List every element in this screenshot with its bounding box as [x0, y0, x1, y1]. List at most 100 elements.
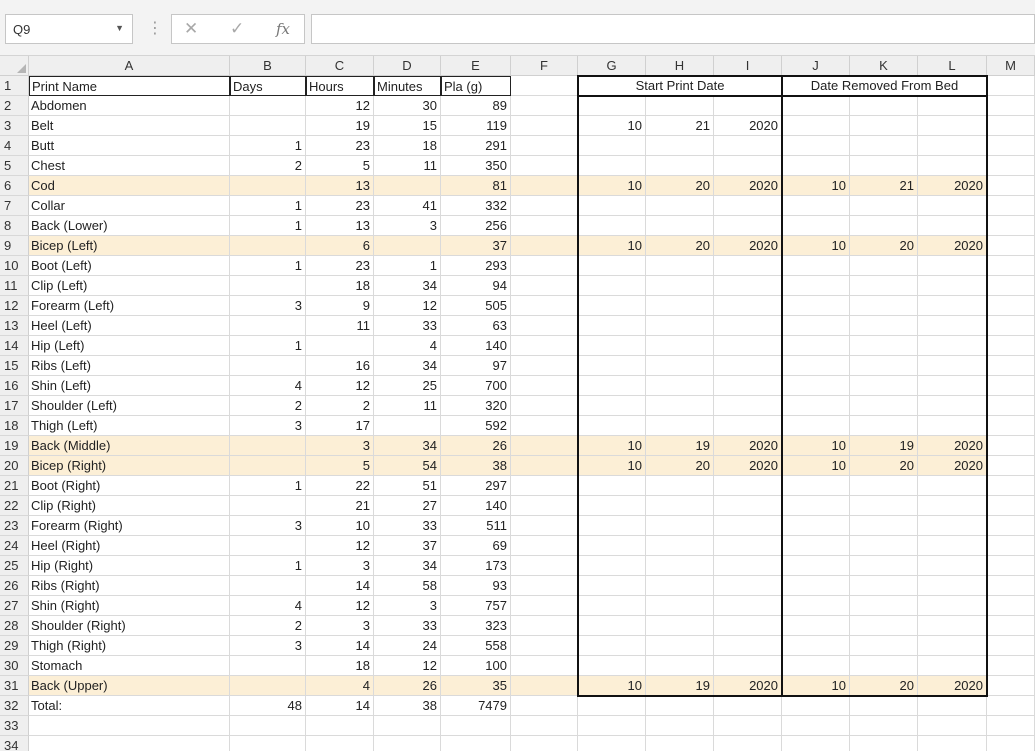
cell-l25[interactable]	[918, 556, 987, 576]
cell-f16[interactable]	[511, 376, 578, 396]
cell-c23[interactable]: 10	[306, 516, 374, 536]
cell-h34[interactable]	[646, 736, 714, 751]
cell-c24[interactable]: 12	[306, 536, 374, 556]
cell-f14[interactable]	[511, 336, 578, 356]
cell-d28[interactable]: 33	[374, 616, 441, 636]
cell-e2[interactable]: 89	[441, 96, 511, 116]
cell-b32[interactable]: 48	[230, 696, 306, 716]
cancel-x-icon[interactable]: ✕	[184, 19, 198, 39]
cell-m8[interactable]	[987, 216, 1035, 236]
cell-j27[interactable]	[782, 596, 850, 616]
cell-b4[interactable]: 1	[230, 136, 306, 156]
cell-c19[interactable]: 3	[306, 436, 374, 456]
cell-l14[interactable]	[918, 336, 987, 356]
row-header-1[interactable]: 1	[0, 76, 29, 96]
cell-k24[interactable]	[850, 536, 918, 556]
cell-a22[interactable]: Clip (Right)	[29, 496, 230, 516]
cell-m33[interactable]	[987, 716, 1035, 736]
row-header-10[interactable]: 10	[0, 256, 29, 276]
cell-i17[interactable]	[714, 396, 782, 416]
cell-m5[interactable]	[987, 156, 1035, 176]
cell-d9[interactable]	[374, 236, 441, 256]
cell-j22[interactable]	[782, 496, 850, 516]
column-header-d[interactable]: D	[374, 56, 441, 76]
cell-c30[interactable]: 18	[306, 656, 374, 676]
cell-j21[interactable]	[782, 476, 850, 496]
cell-h24[interactable]	[646, 536, 714, 556]
row-header-5[interactable]: 5	[0, 156, 29, 176]
cell-a9[interactable]: Bicep (Left)	[29, 236, 230, 256]
cell-d16[interactable]: 25	[374, 376, 441, 396]
cell-h7[interactable]	[646, 196, 714, 216]
cell-h31[interactable]: 19	[646, 676, 714, 696]
cell-c9[interactable]: 6	[306, 236, 374, 256]
cell-i24[interactable]	[714, 536, 782, 556]
cell-a20[interactable]: Bicep (Right)	[29, 456, 230, 476]
cell-h26[interactable]	[646, 576, 714, 596]
cell-g7[interactable]	[578, 196, 646, 216]
cell-a25[interactable]: Hip (Right)	[29, 556, 230, 576]
cell-b20[interactable]	[230, 456, 306, 476]
cell-e10[interactable]: 293	[441, 256, 511, 276]
check-icon[interactable]: ✓	[230, 19, 244, 39]
drag-handle-icon[interactable]: ⋮	[147, 15, 163, 43]
cell-c5[interactable]: 5	[306, 156, 374, 176]
cell-m13[interactable]	[987, 316, 1035, 336]
cell-f30[interactable]	[511, 656, 578, 676]
cell-b23[interactable]: 3	[230, 516, 306, 536]
cell-g18[interactable]	[578, 416, 646, 436]
cell-e33[interactable]	[441, 716, 511, 736]
cell-b34[interactable]	[230, 736, 306, 751]
cell-a21[interactable]: Boot (Right)	[29, 476, 230, 496]
cell-h14[interactable]	[646, 336, 714, 356]
cell-c3[interactable]: 19	[306, 116, 374, 136]
cell-b7[interactable]: 1	[230, 196, 306, 216]
cell-g6[interactable]: 10	[578, 176, 646, 196]
column-header-g[interactable]: G	[578, 56, 646, 76]
cell-k33[interactable]	[850, 716, 918, 736]
cell-c10[interactable]: 23	[306, 256, 374, 276]
cell-j26[interactable]	[782, 576, 850, 596]
cell-f31[interactable]	[511, 676, 578, 696]
cell-c21[interactable]: 22	[306, 476, 374, 496]
cell-b31[interactable]	[230, 676, 306, 696]
cell-b16[interactable]: 4	[230, 376, 306, 396]
cell-d14[interactable]: 4	[374, 336, 441, 356]
row-header-3[interactable]: 3	[0, 116, 29, 136]
cell-i34[interactable]	[714, 736, 782, 751]
cell-h21[interactable]	[646, 476, 714, 496]
cell-j2[interactable]	[782, 96, 850, 116]
cell-a4[interactable]: Butt	[29, 136, 230, 156]
cell-i31[interactable]: 2020	[714, 676, 782, 696]
cell-m18[interactable]	[987, 416, 1035, 436]
cell-a7[interactable]: Collar	[29, 196, 230, 216]
cell-j11[interactable]	[782, 276, 850, 296]
row-header-32[interactable]: 32	[0, 696, 29, 716]
cell-m6[interactable]	[987, 176, 1035, 196]
cell-e25[interactable]: 173	[441, 556, 511, 576]
cell-g10[interactable]	[578, 256, 646, 276]
cell-c31[interactable]: 4	[306, 676, 374, 696]
cell-l10[interactable]	[918, 256, 987, 276]
cell-l27[interactable]	[918, 596, 987, 616]
cell-h9[interactable]: 20	[646, 236, 714, 256]
cell-j16[interactable]	[782, 376, 850, 396]
cell-c32[interactable]: 14	[306, 696, 374, 716]
column-header-c[interactable]: C	[306, 56, 374, 76]
cell-d2[interactable]: 30	[374, 96, 441, 116]
cell-i12[interactable]	[714, 296, 782, 316]
formula-input[interactable]	[311, 14, 1035, 44]
cell-b5[interactable]: 2	[230, 156, 306, 176]
row-header-18[interactable]: 18	[0, 416, 29, 436]
cell-l8[interactable]	[918, 216, 987, 236]
cell-k4[interactable]	[850, 136, 918, 156]
cell-e15[interactable]: 97	[441, 356, 511, 376]
cell-a11[interactable]: Clip (Left)	[29, 276, 230, 296]
cell-k27[interactable]	[850, 596, 918, 616]
cell-m27[interactable]	[987, 596, 1035, 616]
cell-m11[interactable]	[987, 276, 1035, 296]
cell-d4[interactable]: 18	[374, 136, 441, 156]
cell-f34[interactable]	[511, 736, 578, 751]
column-header-h[interactable]: H	[646, 56, 714, 76]
cell-b22[interactable]	[230, 496, 306, 516]
